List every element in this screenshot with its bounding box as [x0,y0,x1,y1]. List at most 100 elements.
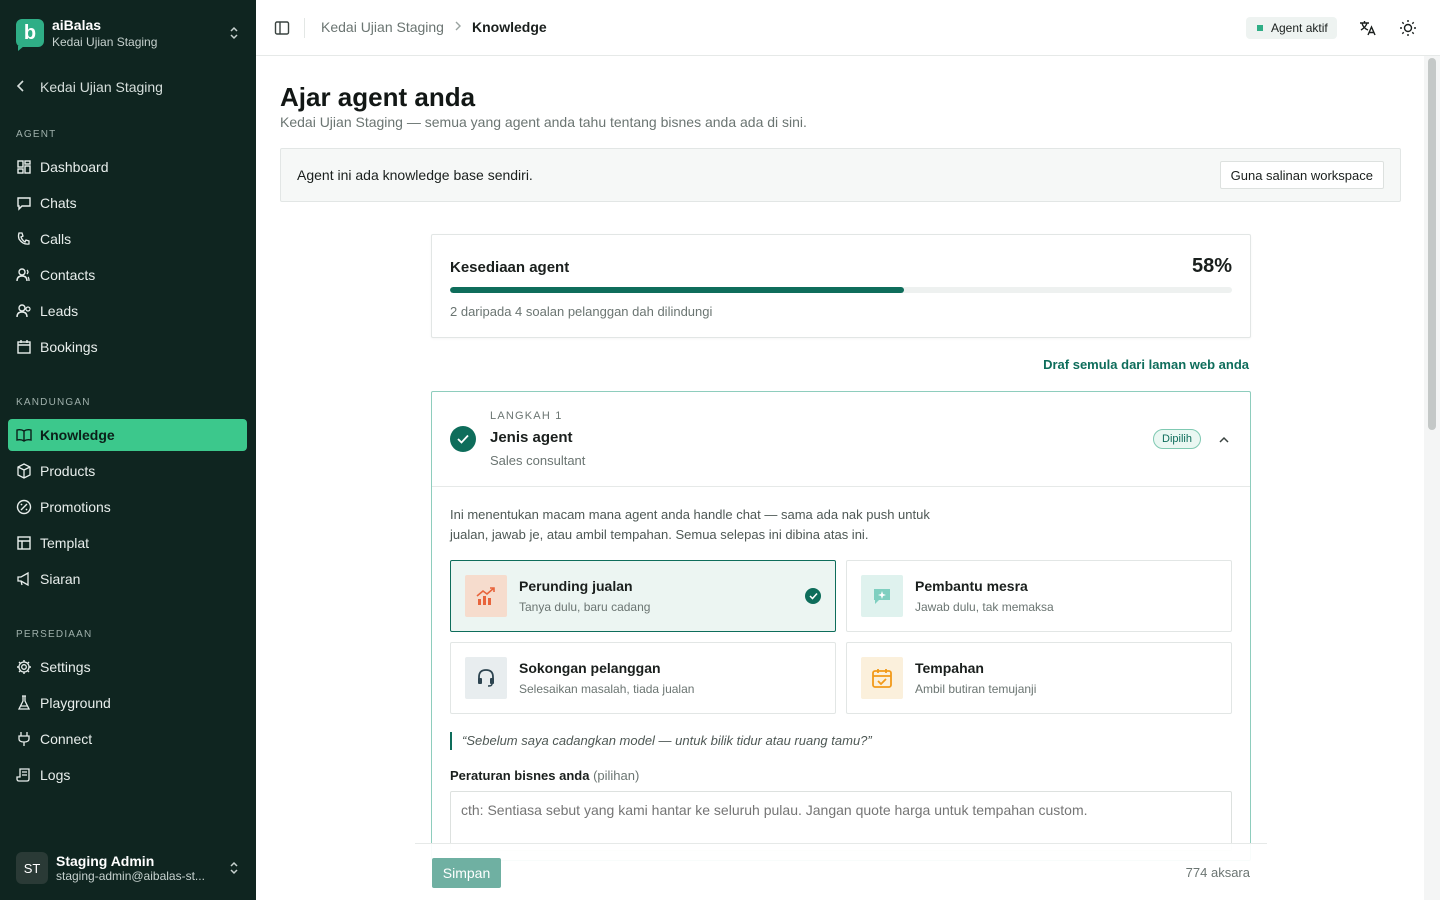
step-selected-value: Sales consultant [490,453,586,468]
sidebar-toggle-icon[interactable] [274,20,290,36]
sidebar-item-bookings[interactable]: Bookings [8,331,247,363]
readiness-progress-fill [450,287,904,293]
section-label-kandungan: KANDUNGAN [16,397,91,408]
status-dot [1257,25,1263,31]
scroll-icon [16,767,40,783]
sidebar-item-label: Dashboard [40,159,109,175]
flask-icon [16,695,40,711]
sidebar-item-label: Contacts [40,267,96,283]
chevron-up-icon[interactable] [1218,433,1230,445]
app-logo: b [16,19,44,51]
business-rules-label: Peraturan bisnes anda (pilihan) [450,768,639,783]
step-header[interactable]: LANGKAH 1 Jenis agent Sales consultant D… [432,392,1250,487]
option-friendly-assistant[interactable]: Pembantu mesra Jawab dulu, tak memaksa [846,560,1232,632]
sidebar-item-logs[interactable]: Logs [8,759,247,791]
business-rules-title: Peraturan bisnes anda [450,768,590,783]
box-icon [16,463,40,479]
breadcrumb-current: Knowledge [471,19,547,35]
book-open-icon [16,427,40,443]
back-link-label: Kedai Ujian Staging [40,79,163,95]
step-title: Jenis agent [490,429,573,446]
check-circle-icon [450,426,476,452]
sidebar-item-connect[interactable]: Connect [8,723,247,755]
save-footer: Simpan 774 aksara [415,843,1267,900]
sidebar-item-contacts[interactable]: Contacts [8,259,247,291]
sidebar: b aiBalas Kedai Ujian Staging Kedai Ujia… [0,0,256,900]
option-subtitle: Jawab dulu, tak memaksa [915,600,1054,614]
page-title: Ajar agent anda [280,82,476,112]
breadcrumb: Kedai Ujian Staging Knowledge [321,19,547,35]
sun-icon[interactable] [1398,18,1418,38]
status-label: Agent aktif [1271,21,1328,35]
plug-icon [16,731,40,747]
option-subtitle: Ambil butiran temujanji [915,682,1037,696]
user-menu[interactable]: ST Staging Admin staging-admin@aibalas-s… [16,850,242,886]
workspace-store: Kedai Ujian Staging [52,35,158,49]
top-bar: Kedai Ujian Staging Knowledge Agent akti… [256,0,1440,56]
percent-badge-icon [16,499,40,515]
sidebar-item-label: Connect [40,731,93,747]
translate-icon[interactable] [1358,18,1378,38]
back-link[interactable]: Kedai Ujian Staging [16,76,163,98]
contacts-icon [16,267,40,283]
workspace-name: aiBalas [52,17,102,33]
redraft-from-website-link[interactable]: Draf semula dari laman web anda [1043,357,1249,372]
chevron-up-down-icon [226,860,242,876]
user-name: Staging Admin [56,853,155,869]
example-quote: “Sebelum saya cadangkan model — untuk bi… [450,732,872,750]
page-subtitle: Kedai Ujian Staging — semua yang agent a… [280,114,807,130]
step-description: Ini menentukan macam mana agent anda han… [450,507,930,542]
sidebar-item-templat[interactable]: Templat [8,527,247,559]
chat-icon [16,195,40,211]
sidebar-item-label: Leads [40,303,79,319]
sidebar-item-label: Promotions [40,499,111,515]
sidebar-item-siaran[interactable]: Siaran [8,563,247,595]
avatar: ST [16,852,48,884]
option-subtitle: Tanya dulu, baru cadang [519,600,651,614]
banner-text: Agent ini ada knowledge base sendiri. [297,167,533,183]
calendar-icon [16,339,40,355]
breadcrumb-store[interactable]: Kedai Ujian Staging [321,19,444,35]
sidebar-item-knowledge[interactable]: Knowledge [8,419,247,451]
sidebar-item-settings[interactable]: Settings [8,651,247,683]
save-button[interactable]: Simpan [432,858,501,888]
sidebar-item-label: Siaran [40,571,81,587]
sidebar-item-playground[interactable]: Playground [8,687,247,719]
sidebar-item-promotions[interactable]: Promotions [8,491,247,523]
megaphone-icon [16,571,40,587]
sidebar-item-label: Bookings [40,339,98,355]
users-icon [16,303,40,319]
scrollbar-thumb[interactable] [1428,58,1436,430]
option-customer-support[interactable]: Sokongan pelanggan Selesaikan masalah, t… [450,642,836,714]
sidebar-item-dashboard[interactable]: Dashboard [8,151,247,183]
chart-up-icon [465,575,507,617]
knowledge-base-banner: Agent ini ada knowledge base sendiri. Gu… [280,148,1401,202]
sidebar-item-chats[interactable]: Chats [8,187,247,219]
step-card-agent-type: LANGKAH 1 Jenis agent Sales consultant D… [431,391,1251,861]
option-bookings[interactable]: Tempahan Ambil butiran temujanji [846,642,1232,714]
sidebar-item-label: Templat [40,535,90,551]
workspace-switcher[interactable]: b aiBalas Kedai Ujian Staging [16,14,242,52]
chevron-left-icon [16,79,40,95]
sidebar-item-label: Calls [40,231,72,247]
optional-tag: (pilihan) [593,768,640,783]
calendar-check-icon [861,657,903,699]
business-rules-input[interactable] [450,791,1232,851]
chat-sparkle-icon [861,575,903,617]
divider [304,18,305,38]
phone-icon [16,231,40,247]
option-sales-consultant[interactable]: Perunding jualan Tanya dulu, baru cadang [450,560,836,632]
use-workspace-copy-button[interactable]: Guna salinan workspace [1219,161,1384,189]
status-badge: Dipilih [1153,429,1201,449]
readiness-progress-bar [450,287,1232,293]
step-number: LANGKAH 1 [490,410,563,422]
status-badge: Agent aktif [1246,17,1337,39]
check-icon [805,588,821,604]
sidebar-item-products[interactable]: Products [8,455,247,487]
sidebar-item-label: Knowledge [40,427,115,443]
sidebar-item-leads[interactable]: Leads [8,295,247,327]
chevron-right-icon [454,20,462,34]
grid-icon [16,159,40,175]
sidebar-item-label: Settings [40,659,91,675]
sidebar-item-calls[interactable]: Calls [8,223,247,255]
